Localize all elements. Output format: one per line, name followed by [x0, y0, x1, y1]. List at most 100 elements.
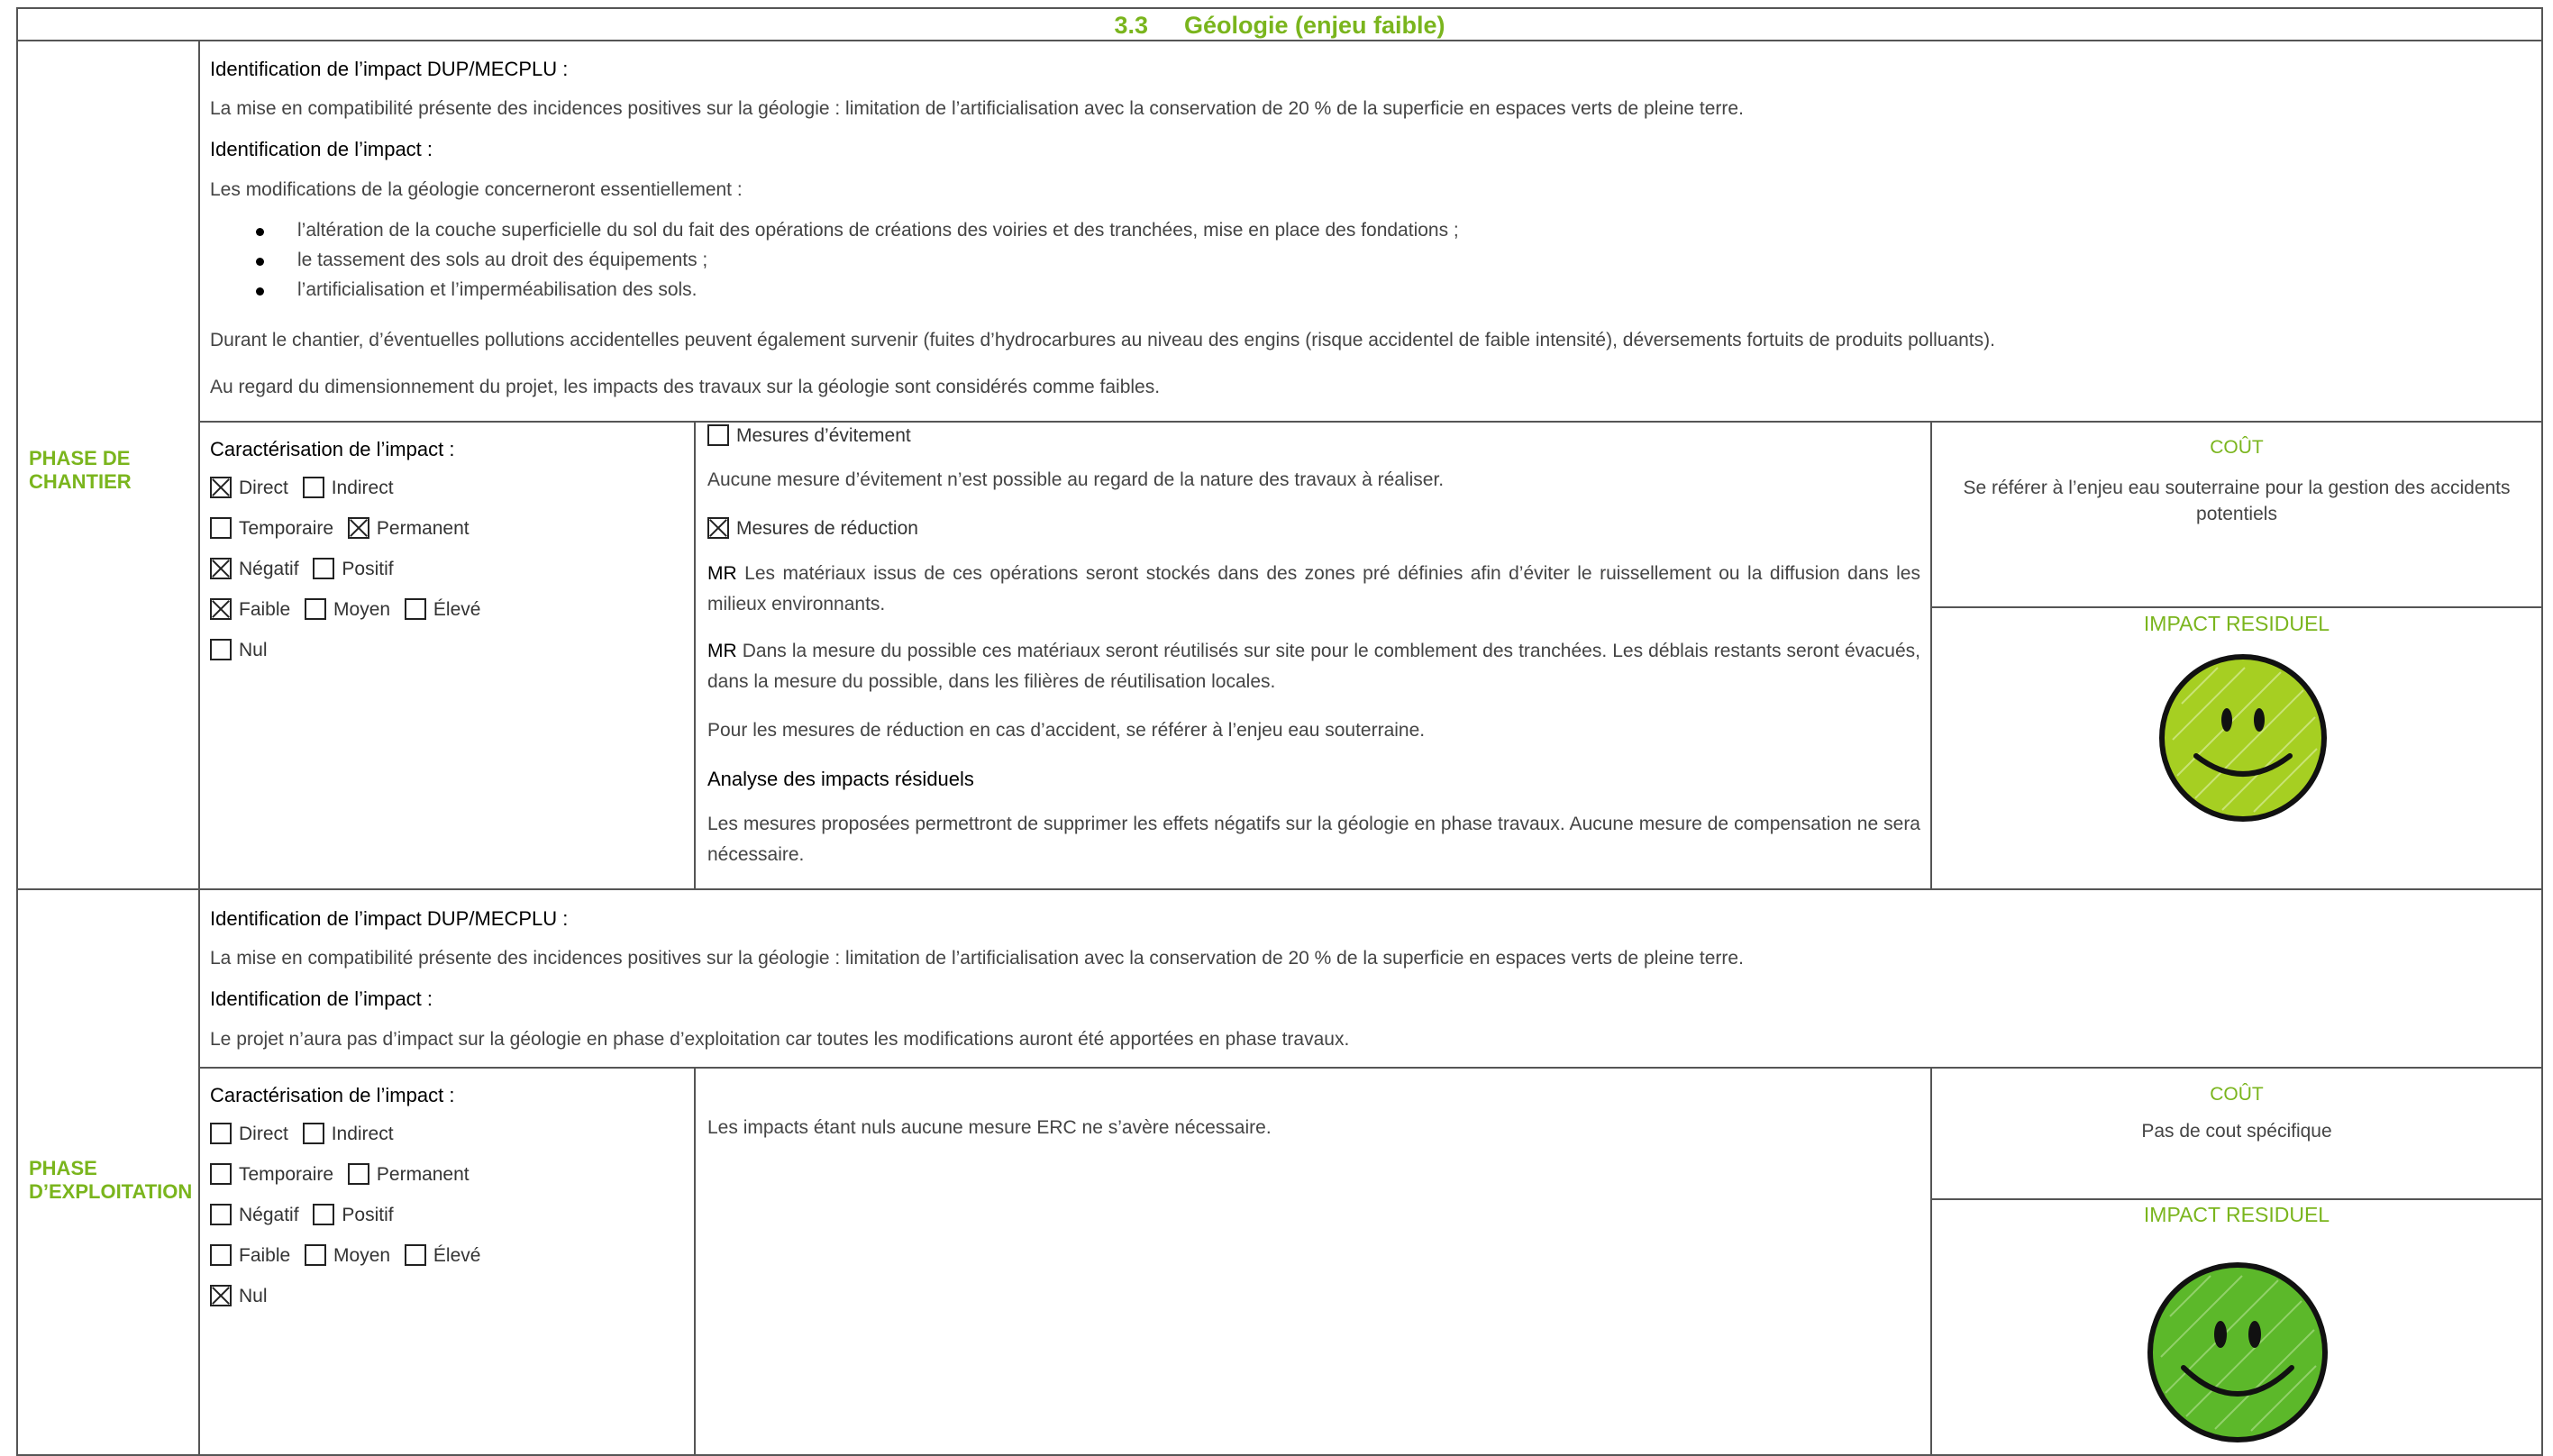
checkbox-temporaire[interactable] — [210, 1163, 232, 1185]
chantier-cost-cell: COÛT Se référer à l’enjeu eau souterrain… — [1930, 421, 2543, 608]
checkbox-permanent[interactable] — [347, 517, 369, 539]
impact-table: 3.3 Géologie (enjeu faible) PHASE DE CHAN… — [0, 0, 2553, 1456]
bullet-dot — [256, 287, 264, 296]
accidental-pollution-text: Durant le chantier, d’éventuelles pollut… — [210, 330, 1995, 350]
bullet-item: l’altération de la couche superficielle … — [297, 220, 1459, 241]
option-label: Négatif — [239, 559, 299, 579]
phase-label-line2: CHANTIER — [29, 470, 132, 493]
chantier-identification-cell: Identification de l’impact DUP/MECPLU : … — [198, 40, 2543, 423]
evitement-text: Aucune mesure d’évitement n’est possible… — [707, 469, 1445, 490]
evitement-title: Mesures d’évitement — [736, 425, 911, 446]
happy-smiley-icon — [2147, 1262, 2328, 1442]
cost-title: COÛT — [2210, 437, 2264, 458]
cost-text: Pas de cout spécifique — [2141, 1121, 2332, 1142]
happy-smiley-icon — [2159, 654, 2327, 822]
checkbox-nul[interactable] — [210, 1285, 232, 1306]
check-row-nature: Négatif Positif — [210, 558, 403, 580]
exploitation-measures-cell: Les impacts étant nuls aucune mesure ERC… — [694, 1067, 1932, 1456]
dup-impact-text: La mise en compatibilité présente des in… — [210, 98, 1744, 119]
check-row-duration: Temporaire Permanent — [210, 1163, 479, 1186]
exploitation-identification-cell: Identification de l’impact DUP/MECPLU : … — [198, 888, 2543, 1069]
reduction-title: Mesures de réduction — [736, 518, 918, 539]
chantier-characterisation-cell: Caractérisation de l’impact : Direct Ind… — [198, 421, 696, 890]
bullet-dot — [256, 228, 264, 236]
mr2-text: Dans la mesure du possible ces matériaux… — [707, 641, 1920, 692]
analyse-text: Les mesures proposées permettront de sup… — [707, 814, 1920, 865]
accident-text: Pour les mesures de réduction en cas d’a… — [707, 720, 1426, 741]
option-label: Permanent — [376, 1164, 470, 1185]
mr-tag: MR — [707, 563, 737, 584]
option-label: Direct — [239, 1124, 288, 1144]
checkbox-evitement[interactable] — [707, 424, 729, 446]
check-row-nature: Négatif Positif — [210, 1204, 403, 1226]
option-label: Nul — [239, 1286, 268, 1306]
checkbox-positif[interactable] — [313, 558, 335, 579]
bullet-item: le tassement des sols au droit des équip… — [297, 250, 708, 270]
section-title: Géologie (enjeu faible) — [1184, 12, 1445, 39]
check-row-nul: Nul — [210, 1285, 277, 1307]
option-label: Moyen — [333, 1245, 391, 1266]
section-header: 3.3 Géologie (enjeu faible) — [16, 7, 2543, 41]
checkbox-moyen[interactable] — [305, 1244, 327, 1266]
option-label: Temporaire — [239, 1164, 334, 1185]
checkbox-reduction[interactable] — [707, 517, 729, 539]
mr1-paragraph: MR Les matériaux issus de ces opérations… — [707, 559, 1920, 620]
check-row-nul: Nul — [210, 639, 277, 661]
check-row-level: Faible Moyen Élevé — [210, 598, 489, 621]
checkbox-permanent[interactable] — [347, 1163, 369, 1185]
analyse-title: Analyse des impacts résiduels — [707, 768, 974, 790]
checkbox-positif[interactable] — [313, 1204, 335, 1225]
residual-title: IMPACT RESIDUEL — [2143, 612, 2330, 635]
option-label: Élevé — [433, 599, 481, 620]
reduction-heading: Mesures de réduction — [707, 517, 918, 540]
dup-impact-title: Identification de l’impact DUP/MECPLU : — [210, 907, 569, 930]
cost-title: COÛT — [2210, 1084, 2264, 1105]
option-label: Faible — [239, 1245, 291, 1266]
option-label: Faible — [239, 599, 291, 620]
checkbox-negatif[interactable] — [210, 558, 232, 579]
option-label: Positif — [342, 1205, 394, 1225]
phase-label-line2: D’EXPLOITATION — [29, 1180, 193, 1203]
option-label: Indirect — [331, 1124, 394, 1144]
check-row-direct: Direct Indirect — [210, 477, 403, 499]
chantier-residual-cell: IMPACT RESIDUEL — [1930, 606, 2543, 890]
checkbox-eleve[interactable] — [404, 1244, 426, 1266]
option-label: Moyen — [333, 599, 391, 620]
option-label: Nul — [239, 640, 268, 660]
checkbox-indirect[interactable] — [302, 1123, 324, 1144]
checkbox-moyen[interactable] — [305, 598, 327, 620]
characterisation-title: Caractérisation de l’impact : — [210, 1084, 455, 1106]
dup-impact-title: Identification de l’impact DUP/MECPLU : — [210, 58, 569, 80]
option-label: Direct — [239, 478, 288, 498]
checkbox-direct[interactable] — [210, 477, 232, 498]
conclusion-text: Au regard du dimensionnement du projet, … — [210, 377, 1161, 397]
option-label: Permanent — [376, 518, 470, 539]
dup-impact-text: La mise en compatibilité présente des in… — [210, 948, 1744, 969]
checkbox-nul[interactable] — [210, 639, 232, 660]
cost-text: Se référer à l’enjeu eau souterraine pou… — [1963, 478, 2511, 524]
bullet-item: l’artificialisation et l’imperméabilisat… — [297, 279, 698, 300]
impact-title: Identification de l’impact : — [210, 138, 433, 160]
impact-text: Le projet n’aura pas d’impact sur la géo… — [210, 1029, 1350, 1050]
bullet-dot — [256, 258, 264, 266]
exploitation-characterisation-cell: Caractérisation de l’impact : Direct Ind… — [198, 1067, 696, 1456]
checkbox-faible[interactable] — [210, 1244, 232, 1266]
exploitation-residual-cell: IMPACT RESIDUEL — [1930, 1198, 2543, 1456]
option-label: Positif — [342, 559, 394, 579]
check-row-duration: Temporaire Permanent — [210, 517, 479, 540]
checkbox-direct[interactable] — [210, 1123, 232, 1144]
impact-intro: Les modifications de la géologie concern… — [210, 179, 743, 200]
checkbox-negatif[interactable] — [210, 1204, 232, 1225]
checkbox-faible[interactable] — [210, 598, 232, 620]
checkbox-eleve[interactable] — [404, 598, 426, 620]
erc-text: Les impacts étant nuls aucune mesure ERC… — [707, 1117, 1272, 1138]
checkbox-temporaire[interactable] — [210, 517, 232, 539]
section-number: 3.3 — [1114, 12, 1148, 39]
residual-title: IMPACT RESIDUEL — [2143, 1203, 2330, 1226]
option-label: Négatif — [239, 1205, 299, 1225]
checkbox-indirect[interactable] — [302, 477, 324, 498]
option-label: Indirect — [331, 478, 394, 498]
chantier-measures-cell: Mesures d’évitement Aucune mesure d’évit… — [694, 421, 1932, 890]
option-label: Temporaire — [239, 518, 334, 539]
evitement-heading: Mesures d’évitement — [707, 424, 911, 447]
